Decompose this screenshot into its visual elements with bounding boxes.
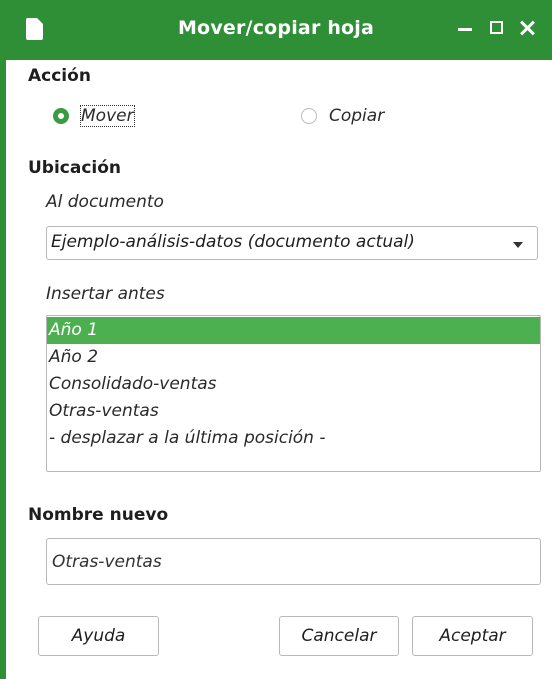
radio-move-label[interactable]: Mover [80,105,135,127]
list-item[interactable]: Año 1 [47,317,540,344]
new-name-input[interactable]: Otras-ventas [46,538,541,585]
minimize-icon[interactable] [453,16,477,40]
list-item[interactable]: Otras-ventas [47,398,540,425]
maximize-icon[interactable] [485,16,509,40]
location-heading: Ubicación [28,158,122,178]
insert-before-label: Insertar antes [46,284,165,304]
window-border [0,0,6,679]
list-item[interactable]: Consolidado-ventas [47,371,540,398]
document-select[interactable]: Ejemplo-análisis-datos (documento actual… [46,226,538,260]
titlebar[interactable]: Mover/copiar hoja [0,0,552,60]
radio-copy-label[interactable]: Copiar [329,106,384,126]
cancel-button[interactable]: Cancelar [279,616,399,656]
new-name-heading: Nombre nuevo [28,505,169,525]
action-heading: Acción [28,66,91,86]
chevron-down-icon[interactable] [513,242,523,248]
sheet-list[interactable]: Año 1 Año 2 Consolidado-ventas Otras-ven… [46,315,541,472]
new-name-value: Otras-ventas [52,552,162,572]
to-document-label: Al documento [46,192,164,212]
radio-move-indicator[interactable] [53,108,69,124]
radio-move[interactable]: Mover [53,105,135,127]
ok-button[interactable]: Aceptar [412,616,533,656]
list-item[interactable]: - desplazar a la última posición - [47,425,540,452]
close-icon[interactable] [515,16,539,40]
help-button[interactable]: Ayuda [38,616,159,656]
list-item[interactable]: Año 2 [47,344,540,371]
document-select-value: Ejemplo-análisis-datos (documento actual… [51,232,415,252]
move-copy-sheet-dialog: Mover/copiar hoja Acción Mover Copiar Ub… [0,0,552,679]
radio-copy[interactable]: Copiar [301,106,384,126]
radio-copy-indicator[interactable] [301,108,317,124]
